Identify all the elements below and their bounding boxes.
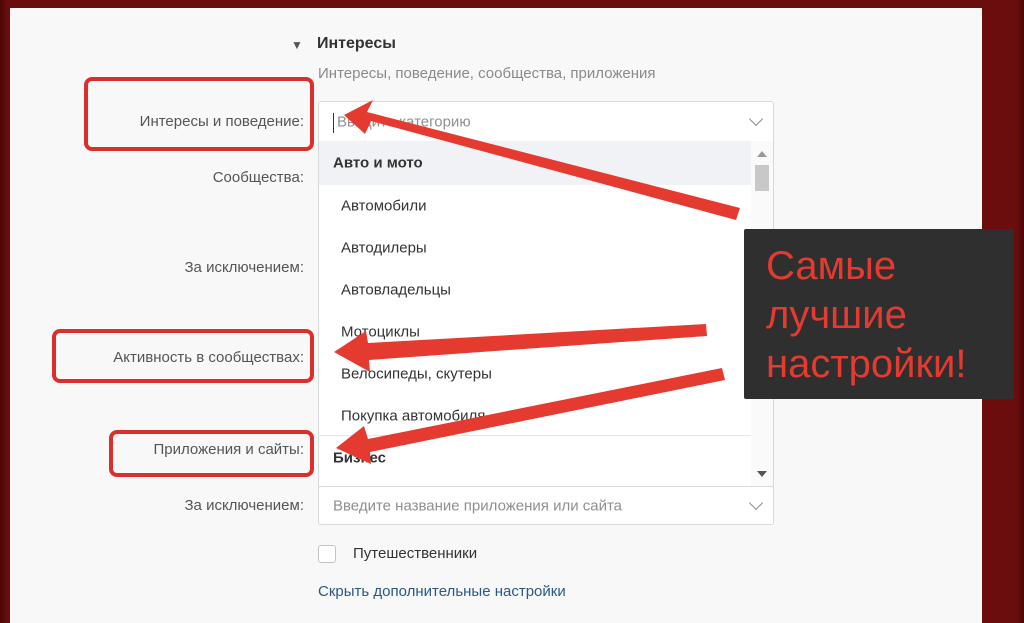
callout-box: Самые лучшие настройки!: [744, 229, 1014, 399]
arrow-to-apps-sites: [336, 368, 725, 464]
callout-line-3: настройки!: [766, 342, 967, 386]
arrow-to-interests: [344, 100, 740, 220]
arrow-to-community-activity: [334, 324, 707, 372]
callout-line-2: лучшие: [766, 293, 907, 337]
callout-line-1: Самые: [766, 244, 897, 288]
